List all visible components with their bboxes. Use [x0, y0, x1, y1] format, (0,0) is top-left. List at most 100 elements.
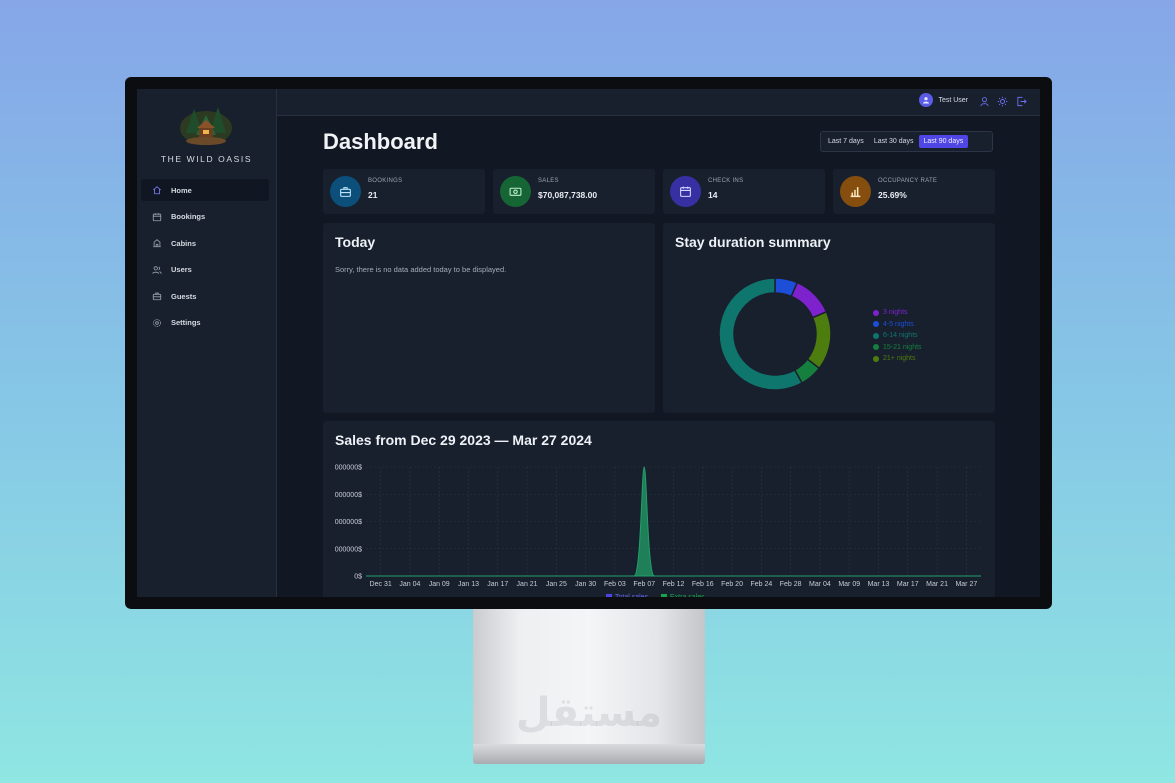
user-icon[interactable]: [979, 96, 990, 107]
page-title: Dashboard: [323, 129, 438, 154]
legend-item: 3 nights: [873, 307, 922, 319]
monitor-stand-base: [473, 744, 705, 764]
x-tick-label: Jan 21: [517, 581, 538, 588]
donut-chart: [718, 277, 832, 391]
x-tick-label: Feb 24: [750, 581, 772, 588]
sidebar-item-label: Guests: [171, 291, 197, 301]
cabin-icon: [153, 239, 161, 248]
stat-label: SALES: [538, 178, 559, 184]
legend-label: 21+ nights: [883, 355, 916, 363]
logo-icon: [180, 107, 232, 145]
user-menu[interactable]: Test User: [919, 93, 968, 107]
sidebar: THE WILD OASIS Home Bookings Cabins User…: [137, 89, 277, 597]
x-tick-label: Mar 21: [926, 581, 948, 588]
brand-name: THE WILD OASIS: [160, 154, 253, 164]
calendar-icon: [680, 186, 691, 197]
donut-legend: 3 nights 4-5 nights 6-14 nights 15-21 night…: [873, 307, 922, 365]
y-tick-label: 000000$: [335, 465, 362, 472]
stat-label: OCCUPANCY RATE: [878, 178, 938, 184]
x-tick-label: Mar 27: [955, 581, 977, 588]
briefcase-icon: [340, 187, 351, 197]
app-screen: THE WILD OASIS Home Bookings Cabins User…: [137, 89, 1040, 597]
bar-chart-icon: [850, 187, 861, 198]
today-empty-message: Sorry, there is no data added today to b…: [335, 265, 507, 274]
x-tick-label: Jan 30: [575, 581, 596, 588]
x-tick-label: Jan 25: [546, 581, 567, 588]
legend-dot: [873, 332, 879, 339]
y-tick-label: 000000$: [335, 546, 362, 553]
today-panel: Today Sorry, there is no data added toda…: [323, 223, 655, 413]
stat-sales: SALES $70,087,738.00: [493, 169, 655, 214]
gear-icon: [153, 319, 161, 327]
sidebar-item-home[interactable]: Home: [141, 179, 269, 201]
x-tick-label: Feb 16: [692, 581, 714, 588]
x-tick-label: Feb 07: [633, 581, 655, 588]
sidebar-item-settings[interactable]: Settings: [141, 312, 269, 334]
y-tick-label: 0$: [354, 574, 362, 581]
x-tick-label: Dec 31: [370, 581, 392, 588]
legend-label: 6-14 nights: [883, 332, 918, 340]
avatar-icon: [923, 97, 930, 104]
calendar-icon: [152, 212, 162, 221]
legend-label: Extra sales: [670, 594, 705, 597]
stay-duration-panel: Stay duration summary 3 nights 4-5 nights…: [663, 223, 995, 413]
donut-slice-21-nights: [806, 310, 832, 370]
stat-check-ins: CHECK INS 14: [663, 169, 825, 214]
sidebar-item-label: Home: [171, 185, 192, 195]
date-range-filter: Last 7 days Last 30 days Last 90 days: [820, 131, 993, 152]
sidebar-item-label: Bookings: [171, 212, 206, 222]
legend-dot: [873, 321, 879, 328]
stat-value: 21: [368, 190, 378, 200]
top-bar: Test User: [277, 89, 1040, 116]
x-tick-label: Feb 03: [604, 581, 626, 588]
stat-icon-bg: [500, 176, 531, 207]
sidebar-item-label: Cabins: [171, 238, 197, 248]
legend-dot: [873, 309, 879, 316]
x-tick-label: Feb 28: [780, 581, 802, 588]
stat-icon-bg: [670, 176, 701, 207]
avatar: [919, 93, 934, 107]
legend-label: 3 nights: [883, 309, 908, 317]
stand-watermark: مستقل: [515, 690, 663, 736]
today-title: Today: [335, 234, 376, 250]
users-icon: [152, 266, 162, 274]
sidebar-item-cabins[interactable]: Cabins: [141, 232, 269, 254]
x-tick-label: Jan 13: [458, 581, 479, 588]
sun-icon[interactable]: [997, 96, 1008, 107]
monitor: THE WILD OASIS Home Bookings Cabins User…: [125, 77, 1052, 609]
x-tick-label: Mar 13: [868, 581, 890, 588]
sidebar-item-bookings[interactable]: Bookings: [141, 206, 269, 228]
user-name: Test User: [938, 96, 968, 104]
legend-dot: [873, 344, 879, 351]
x-tick-label: Jan 09: [429, 581, 450, 588]
x-tick-label: Mar 17: [897, 581, 919, 588]
sidebar-item-label: Settings: [171, 318, 201, 328]
stat-value: 14: [708, 190, 718, 200]
filter-last-90-days[interactable]: Last 90 days: [918, 135, 969, 148]
sidebar-item-label: Users: [171, 265, 192, 275]
stat-value: 25.69%: [878, 190, 907, 200]
x-tick-label: Mar 04: [809, 581, 831, 588]
x-tick-label: Mar 09: [838, 581, 860, 588]
sales-area-chart: 0$ 000000$ 000000$ 000000$ 000000$ Dec 31 Jan …: [335, 465, 981, 597]
stat-label: CHECK INS: [708, 178, 744, 184]
sidebar-item-users[interactable]: Users: [141, 259, 269, 281]
legend-item: 21+ nights: [873, 353, 922, 365]
legend-item: 15-21 nights: [873, 342, 922, 354]
legend-label: 4-5 nights: [883, 320, 914, 328]
stat-bookings: BOOKINGS 21: [323, 169, 485, 214]
logout-icon[interactable]: [1016, 96, 1027, 107]
donut-slice-3-nights: [790, 281, 828, 319]
filter-last-30-days[interactable]: Last 30 days: [869, 135, 919, 148]
stat-value: $70,087,738.00: [538, 190, 598, 200]
y-tick-label: 000000$: [335, 492, 362, 499]
legend-dot: [873, 355, 879, 362]
y-tick-label: 000000$: [335, 519, 362, 526]
home-icon: [152, 186, 162, 195]
filter-last-7-days[interactable]: Last 7 days: [823, 135, 869, 148]
legend-swatch: [661, 594, 667, 597]
legend-swatch: [606, 594, 612, 597]
legend-label: Total sales: [615, 594, 649, 597]
stat-icon-bg: [840, 176, 871, 207]
sidebar-item-guests[interactable]: Guests: [141, 285, 269, 307]
